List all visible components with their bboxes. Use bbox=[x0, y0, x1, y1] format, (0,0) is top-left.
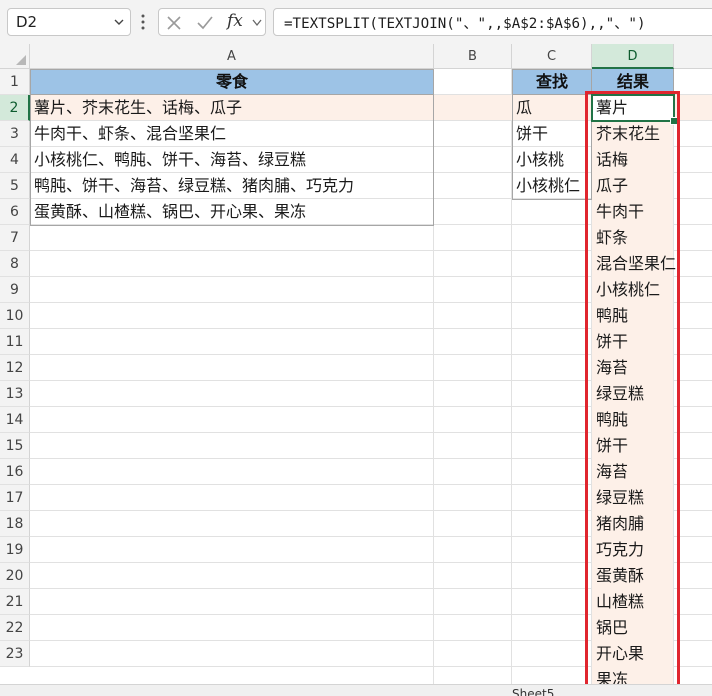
column-header-c[interactable]: C bbox=[512, 44, 592, 69]
row-header-15[interactable]: 15 bbox=[0, 433, 30, 459]
lookup-header[interactable]: 查找 bbox=[512, 69, 592, 95]
chevron-down-icon[interactable] bbox=[252, 19, 262, 27]
row-header-1[interactable]: 1 bbox=[0, 69, 30, 95]
row-header-10[interactable]: 10 bbox=[0, 303, 30, 329]
cell-d14[interactable]: 鸭肫 bbox=[592, 407, 674, 433]
more-options-icon[interactable] bbox=[141, 12, 145, 32]
cell-d15[interactable]: 饼干 bbox=[592, 433, 674, 459]
cell-a3[interactable]: 牛肉干、虾条、混合坚果仁 bbox=[30, 121, 434, 147]
cell-d11[interactable]: 饼干 bbox=[592, 329, 674, 355]
formula-input[interactable]: =TEXTSPLIT(TEXTJOIN("、",,$A$2:$A$6),,"、"… bbox=[273, 8, 712, 36]
cell-a4[interactable]: 小核桃仁、鸭肫、饼干、海苔、绿豆糕 bbox=[30, 147, 434, 173]
cell-d5[interactable]: 瓜子 bbox=[592, 173, 674, 199]
cell-d8[interactable]: 混合坚果仁 bbox=[592, 251, 676, 277]
row-header-23[interactable]: 23 bbox=[0, 641, 30, 667]
row-header-21[interactable]: 21 bbox=[0, 589, 30, 615]
row-header-16[interactable]: 16 bbox=[0, 459, 30, 485]
cell-c5[interactable]: 小核桃仁 bbox=[512, 173, 592, 199]
name-box-value[interactable]: D2 bbox=[16, 13, 37, 31]
row-header-20[interactable]: 20 bbox=[0, 563, 30, 589]
row-header-19[interactable]: 19 bbox=[0, 537, 30, 563]
formula-bar: D2 fx =TEXTSPLIT(TEXTJOIN("、",,$A$2:$A$6… bbox=[0, 0, 712, 44]
row-header-18[interactable]: 18 bbox=[0, 511, 30, 537]
row-header-5[interactable]: 5 bbox=[0, 173, 30, 199]
cell-d21[interactable]: 山楂糕 bbox=[592, 589, 674, 615]
row-header-22[interactable]: 22 bbox=[0, 615, 30, 641]
sheet-tab[interactable]: Sheet5 bbox=[512, 687, 554, 696]
cell-d2[interactable]: 薯片 bbox=[592, 95, 674, 121]
column-header-a[interactable]: A bbox=[30, 44, 434, 69]
row-header-8[interactable]: 8 bbox=[0, 251, 30, 277]
column-header-b[interactable]: B bbox=[434, 44, 512, 69]
cell-c3[interactable]: 饼干 bbox=[512, 121, 592, 147]
cell-d18[interactable]: 猪肉脯 bbox=[592, 511, 674, 537]
row-header-12[interactable]: 12 bbox=[0, 355, 30, 381]
column-header-e[interactable] bbox=[674, 44, 712, 69]
row-header-4[interactable]: 4 bbox=[0, 147, 30, 173]
spreadsheet-window: D2 fx =TEXTSPLIT(TEXTJOIN("、",,$A$2:$A$6… bbox=[0, 0, 712, 696]
select-all-corner[interactable] bbox=[0, 44, 30, 69]
confirm-check-icon[interactable] bbox=[196, 15, 214, 31]
cell-c2[interactable]: 瓜 bbox=[512, 95, 592, 121]
cell-d7[interactable]: 虾条 bbox=[592, 225, 674, 251]
chevron-down-icon[interactable] bbox=[114, 17, 124, 27]
row-header-14[interactable]: 14 bbox=[0, 407, 30, 433]
sheet-tab-bar bbox=[0, 684, 712, 696]
worksheet-grid[interactable]: A B C D 1 2 3 4 5 6 7 8 9 10 11 12 13 14 15 16 17 18 19 20 2… bbox=[0, 44, 712, 696]
cancel-icon[interactable] bbox=[166, 15, 182, 31]
cell-c4[interactable]: 小核桃 bbox=[512, 147, 592, 173]
cell-a6[interactable]: 蛋黄酥、山楂糕、锅巴、开心果、果冻 bbox=[30, 199, 434, 225]
row-header-17[interactable]: 17 bbox=[0, 485, 30, 511]
row-header-6[interactable]: 6 bbox=[0, 199, 30, 225]
insert-function-icon[interactable]: fx bbox=[227, 11, 243, 31]
cell-d22[interactable]: 锅巴 bbox=[592, 615, 674, 641]
column-header-d[interactable]: D bbox=[592, 44, 674, 69]
cell-d13[interactable]: 绿豆糕 bbox=[592, 381, 674, 407]
cell-d6[interactable]: 牛肉干 bbox=[592, 199, 674, 225]
cell-d20[interactable]: 蛋黄酥 bbox=[592, 563, 674, 589]
formula-buttons: fx bbox=[158, 8, 266, 36]
row-header-7[interactable]: 7 bbox=[0, 225, 30, 251]
cell-d9[interactable]: 小核桃仁 bbox=[592, 277, 674, 303]
row-header-9[interactable]: 9 bbox=[0, 277, 30, 303]
cell-d4[interactable]: 话梅 bbox=[592, 147, 674, 173]
cell-d17[interactable]: 绿豆糕 bbox=[592, 485, 674, 511]
formula-text[interactable]: =TEXTSPLIT(TEXTJOIN("、",,$A$2:$A$6),,"、"… bbox=[284, 13, 646, 33]
cell-d12[interactable]: 海苔 bbox=[592, 355, 674, 381]
row-header-2[interactable]: 2 bbox=[0, 95, 30, 121]
cell-d3[interactable]: 芥末花生 bbox=[592, 121, 674, 147]
name-box[interactable]: D2 bbox=[7, 8, 131, 36]
cell-d19[interactable]: 巧克力 bbox=[592, 537, 674, 563]
cell-d16[interactable]: 海苔 bbox=[592, 459, 674, 485]
table-a-header[interactable]: 零食 bbox=[30, 69, 434, 95]
cell-a5[interactable]: 鸭肫、饼干、海苔、绿豆糕、猪肉脯、巧克力 bbox=[30, 173, 434, 199]
row-header-13[interactable]: 13 bbox=[0, 381, 30, 407]
cell-a2[interactable]: 薯片、芥末花生、话梅、瓜子 bbox=[30, 95, 434, 121]
row-header-3[interactable]: 3 bbox=[0, 121, 30, 147]
row-header-11[interactable]: 11 bbox=[0, 329, 30, 355]
result-header[interactable]: 结果 bbox=[592, 69, 674, 95]
cell-d23[interactable]: 开心果 bbox=[592, 641, 674, 667]
cell-d10[interactable]: 鸭肫 bbox=[592, 303, 674, 329]
